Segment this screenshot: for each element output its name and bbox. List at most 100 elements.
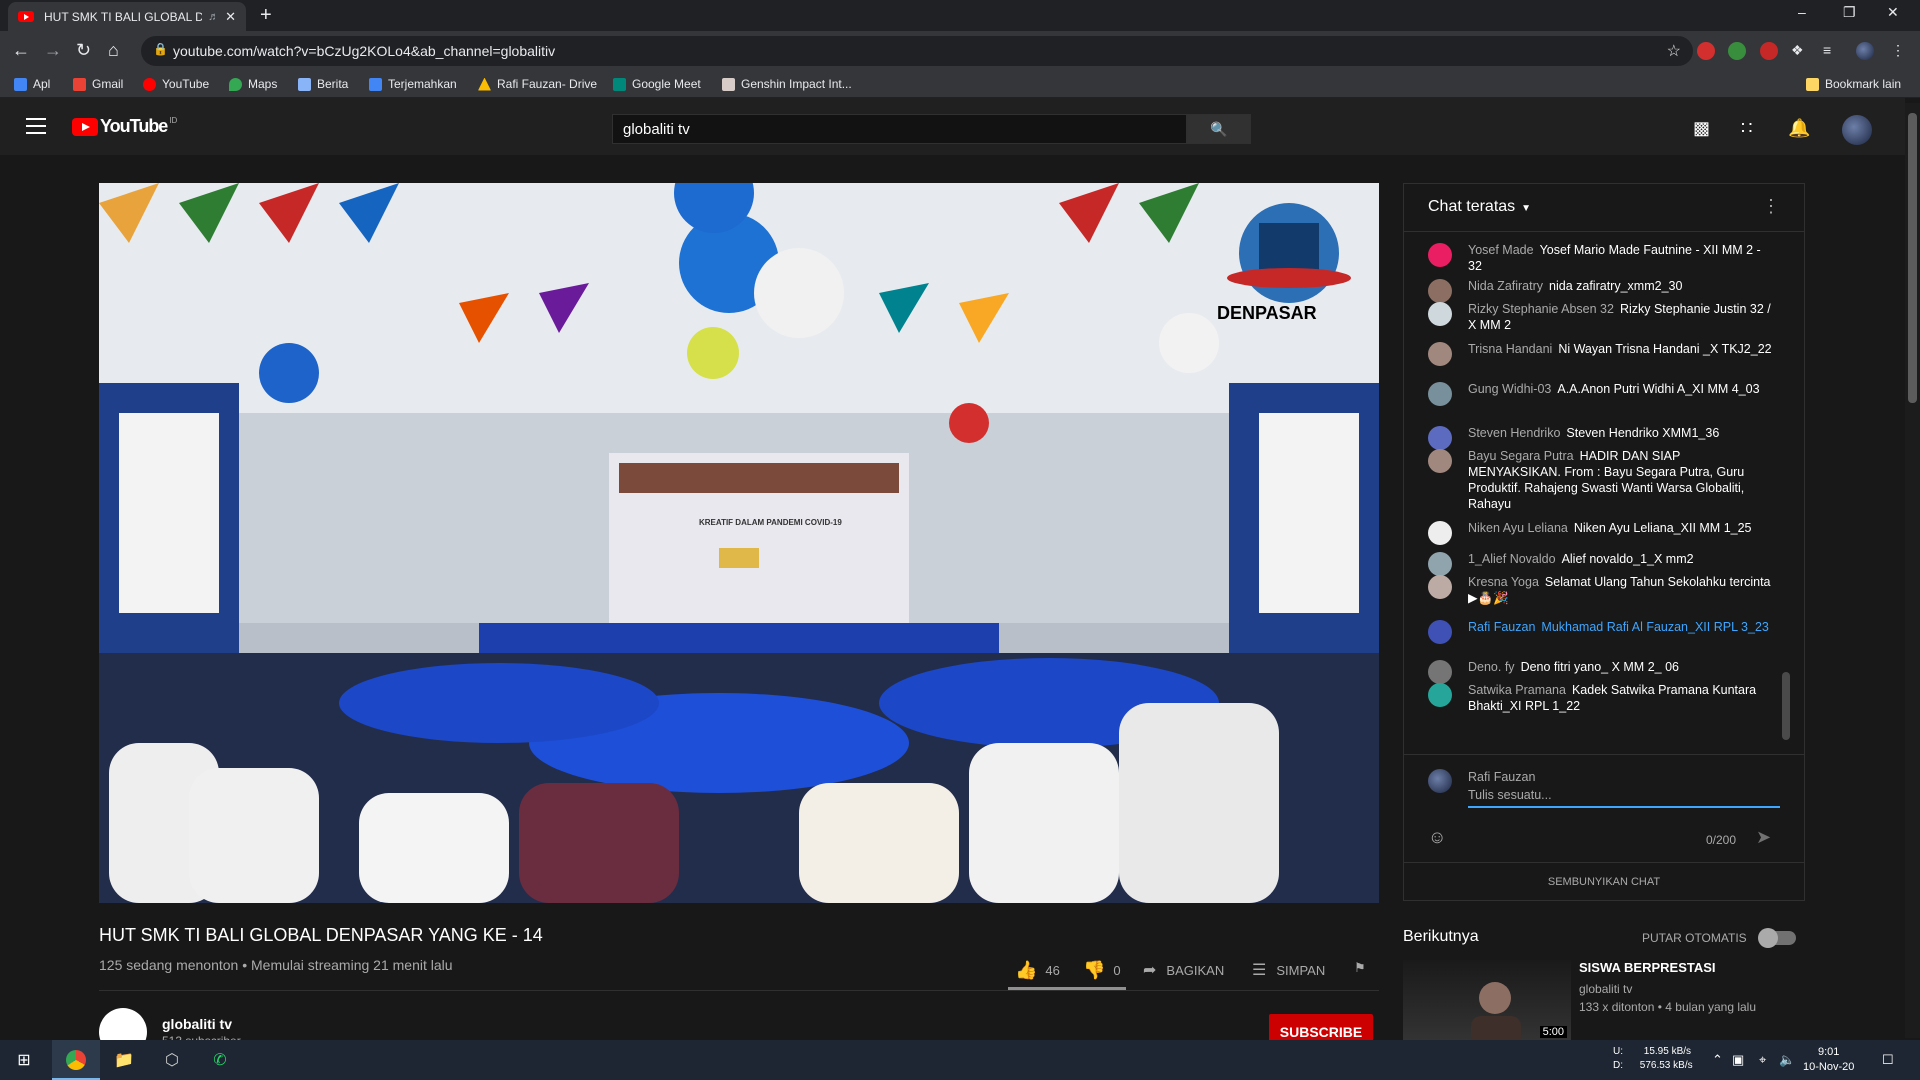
browser-tab[interactable]: HUT SMK TI BALI GLOBAL DE ♬ ✕ (8, 2, 246, 31)
chat-message: Bayu Segara Putra HADIR DAN SIAP MENYAKSI… (1428, 448, 1774, 512)
more-options-icon[interactable]: ⋮ (1762, 196, 1780, 217)
navigation-bar: ← → ↻ ⌂ 🔒 youtube.com/watch?v=bCzUg2KOLo… (0, 31, 1920, 72)
media-control-icon[interactable]: ≡ (1823, 42, 1841, 60)
chat-messages[interactable]: Yosef Made Yosef Mario Made Fautnine - XI… (1404, 232, 1804, 754)
bookmark-maps[interactable]: Maps (229, 77, 277, 91)
windows-start-icon[interactable]: ⊞ (0, 1040, 48, 1080)
chat-message: Nida Zafiratry nida zafiratry_xmm2_30 (1428, 278, 1774, 303)
account-avatar[interactable] (1842, 115, 1872, 145)
bookmark-apps[interactable]: Apl (14, 77, 50, 91)
system-clock[interactable]: 9:01 10-Nov-20 (1803, 1045, 1854, 1075)
video-player[interactable]: DENPASAR KREATIF DALAM PANDEMI COVID-19 (99, 183, 1379, 903)
genshin-icon (722, 77, 735, 91)
back-icon[interactable]: ← (12, 40, 30, 61)
bookmark-other[interactable]: Bookmark lain (1806, 77, 1901, 91)
close-tab-icon[interactable]: ✕ (225, 9, 236, 25)
chat-avatar[interactable] (1428, 683, 1452, 707)
search-input[interactable]: globaliti tv (612, 114, 1187, 144)
dislike-button[interactable]: 👎 0 (1083, 960, 1121, 981)
chat-avatar[interactable] (1428, 552, 1452, 576)
channel-name[interactable]: globaliti tv (162, 1016, 232, 1032)
profile-avatar[interactable] (1856, 42, 1874, 60)
app-taskbar-icon[interactable]: ⬡ (148, 1040, 196, 1080)
recommended-title[interactable]: SISWA BERPRESTASI (1579, 960, 1716, 975)
reload-icon[interactable]: ↻ (76, 40, 91, 61)
report-flag-icon[interactable]: ⚑ (1354, 960, 1366, 976)
bookmark-google-meet[interactable]: Google Meet (613, 77, 701, 91)
chat-avatar[interactable] (1428, 426, 1452, 450)
menu-icon[interactable] (26, 118, 46, 134)
audio-playing-icon[interactable]: ♬ (208, 11, 219, 23)
bookmark-drive[interactable]: Rafi Fauzan- Drive (478, 77, 597, 91)
gmail-icon (73, 77, 86, 91)
puzzle-extensions-icon[interactable]: ❖ (1791, 42, 1809, 60)
search-icon[interactable]: 🔍 (1187, 114, 1251, 144)
chat-avatar[interactable] (1428, 660, 1452, 684)
chat-message-input[interactable]: Tulis sesuatu... (1468, 788, 1780, 808)
forward-icon[interactable]: → (44, 40, 62, 61)
create-video-icon[interactable]: ▩ (1693, 118, 1710, 139)
new-tab-button[interactable]: + (260, 4, 272, 27)
bookmark-berita[interactable]: Berita (298, 77, 348, 91)
youtube-header: YouTube ID globaliti tv 🔍 ▩ ∷ 🔔 (0, 98, 1905, 155)
share-icon: ➦ (1143, 962, 1157, 979)
bookmark-star-icon[interactable]: ☆ (1667, 41, 1681, 61)
share-button[interactable]: ➦ BAGIKAN (1143, 960, 1224, 980)
bookmark-youtube[interactable]: YouTube (143, 77, 209, 91)
extension-icon[interactable] (1760, 42, 1778, 60)
home-icon[interactable]: ⌂ (108, 40, 119, 61)
chat-input-area: Rafi Fauzan Tulis sesuatu... ☺ 0/200 ➤ (1404, 754, 1804, 862)
youtube-logo[interactable]: YouTube ID (72, 116, 177, 137)
chat-avatar[interactable] (1428, 449, 1452, 473)
chat-avatar[interactable] (1428, 279, 1452, 303)
chat-scrollbar[interactable] (1782, 672, 1790, 740)
chat-avatar[interactable] (1428, 302, 1452, 326)
video-overlay-text: DENPASAR (1217, 303, 1317, 323)
emoji-picker-icon[interactable]: ☺ (1428, 827, 1446, 848)
chat-avatar[interactable] (1428, 243, 1452, 267)
lock-icon[interactable]: 🔒 (153, 42, 168, 56)
autoplay-label: PUTAR OTOMATIS (1642, 931, 1747, 945)
apps-icon[interactable]: ∷ (1741, 118, 1752, 139)
volume-icon[interactable]: 🔈 (1779, 1052, 1795, 1068)
save-button[interactable]: ☰ SIMPAN (1252, 960, 1325, 980)
battery-icon[interactable]: ▣ (1732, 1052, 1744, 1068)
chrome-taskbar-icon[interactable] (52, 1040, 100, 1080)
video-banner-text: KREATIF DALAM PANDEMI COVID-19 (699, 518, 842, 527)
extension-icon[interactable] (1697, 42, 1715, 60)
notifications-bell-icon[interactable]: 🔔 (1788, 118, 1810, 139)
chat-message: Gung Widhi-03 A.A.Anon Putri Widhi A_XI M… (1428, 381, 1774, 406)
extension-icon[interactable] (1728, 42, 1746, 60)
like-button[interactable]: 👍 46 (1015, 960, 1060, 981)
minimize-icon[interactable]: – (1798, 4, 1806, 20)
bookmark-terjemahkan[interactable]: Terjemahkan (369, 77, 457, 91)
tray-chevron-icon[interactable]: ⌃ (1712, 1052, 1723, 1068)
hide-chat-button[interactable]: SEMBUNYIKAN CHAT (1404, 862, 1804, 900)
close-window-icon[interactable]: ✕ (1887, 4, 1899, 21)
browser-menu-icon[interactable]: ⋮ (1891, 42, 1909, 60)
notifications-icon[interactable]: ☐ (1882, 1052, 1894, 1068)
chat-mode-dropdown[interactable]: Chat teratas ▼ (1428, 198, 1531, 216)
address-bar[interactable]: 🔒 youtube.com/watch?v=bCzUg2KOLo4&ab_cha… (141, 36, 1693, 66)
chat-message: Deno. fy Deno fitri yano_ X MM 2_ 06 (1428, 659, 1774, 684)
page-scrollbar[interactable] (1905, 103, 1920, 1038)
whatsapp-icon[interactable]: ✆ (196, 1040, 244, 1080)
bookmarks-bar: Apl Gmail YouTube Maps Berita Terjemahka… (0, 72, 1920, 98)
scrollbar-thumb[interactable] (1908, 113, 1917, 403)
file-explorer-icon[interactable]: 📁 (100, 1040, 148, 1080)
recommended-thumbnail[interactable]: 5:00 (1403, 960, 1571, 1040)
chat-message: Trisna Handani Ni Wayan Trisna Handani _X… (1428, 341, 1774, 366)
url-text[interactable]: youtube.com/watch?v=bCzUg2KOLo4&ab_chann… (173, 43, 555, 59)
chat-avatar[interactable] (1428, 342, 1452, 366)
chat-avatar[interactable] (1428, 382, 1452, 406)
chat-avatar[interactable] (1428, 620, 1452, 644)
autoplay-toggle[interactable] (1758, 928, 1796, 948)
chat-avatar[interactable] (1428, 521, 1452, 545)
restore-icon[interactable]: ❐ (1843, 4, 1856, 21)
wifi-icon[interactable]: ⌖ (1759, 1052, 1766, 1068)
recommended-channel[interactable]: globaliti tv (1579, 982, 1632, 996)
bookmark-genshin[interactable]: Genshin Impact Int... (722, 77, 852, 91)
bookmark-gmail[interactable]: Gmail (73, 77, 123, 91)
chat-avatar[interactable] (1428, 575, 1452, 599)
send-icon[interactable]: ➤ (1756, 827, 1771, 848)
